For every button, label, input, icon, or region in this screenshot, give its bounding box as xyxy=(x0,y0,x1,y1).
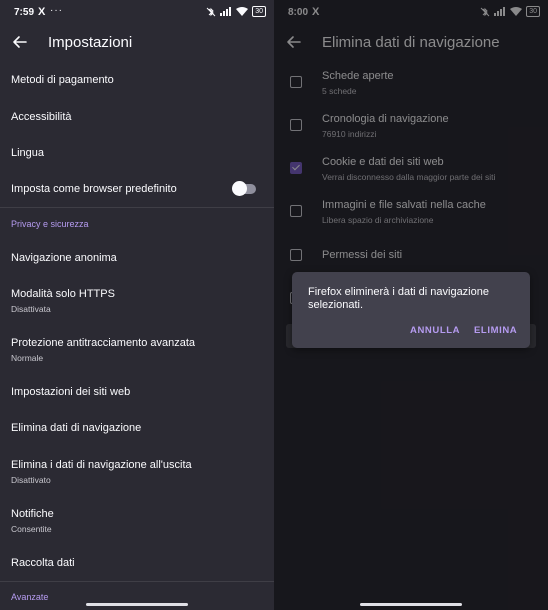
settings-item-delete-on-quit[interactable]: Elimina i dati di navigazione all'uscita… xyxy=(11,459,264,485)
settings-item-summary: Disattivato xyxy=(11,475,51,485)
settings-item-site-settings[interactable]: Impostazioni dei siti web xyxy=(11,386,264,398)
divider xyxy=(0,581,274,582)
settings-item-label: Metodi di pagamento xyxy=(11,74,114,86)
x-app-icon: X xyxy=(38,6,46,18)
settings-item-label: Lingua xyxy=(11,147,45,159)
settings-item-summary: Consentite xyxy=(11,524,52,534)
app-bar: Impostazioni xyxy=(0,24,274,60)
settings-screen: 7:59 X ··· 30 Impostazioni Metodi di pag… xyxy=(0,0,274,610)
delete-button[interactable]: ELIMINA xyxy=(474,325,517,336)
settings-item-https-only[interactable]: Modalità solo HTTPS Disattivata xyxy=(11,288,264,314)
delete-browsing-data-screen: 8:00 X 30 Elimina dati di navigazione Sc… xyxy=(274,0,548,610)
section-header-advanced: Avanzate xyxy=(11,592,49,602)
settings-item-label: Modalità solo HTTPS xyxy=(11,288,115,300)
dialog-message: Firefox eliminerà i dati di navigazione … xyxy=(308,286,489,311)
status-icons: 30 xyxy=(206,6,266,17)
settings-item-tracking-protection[interactable]: Protezione antitracciamento avanzata Nor… xyxy=(11,337,264,363)
settings-item-label: Imposta come browser predefinito xyxy=(11,183,177,195)
settings-item-summary: Normale xyxy=(11,353,44,363)
settings-item-data-collection[interactable]: Raccolta dati xyxy=(11,557,264,569)
status-time: 7:59 xyxy=(14,7,35,18)
settings-item-payment-methods[interactable]: Metodi di pagamento xyxy=(11,74,264,86)
status-bar: 7:59 X ··· 30 xyxy=(0,0,274,24)
settings-item-notifications[interactable]: Notifiche Consentite xyxy=(11,508,264,534)
page-title: Impostazioni xyxy=(48,34,133,51)
gesture-bar[interactable] xyxy=(86,603,188,606)
settings-item-label: Accessibilità xyxy=(11,111,72,123)
settings-item-label: Raccolta dati xyxy=(11,557,75,569)
settings-item-delete-browsing-data[interactable]: Elimina dati di navigazione xyxy=(11,422,264,434)
settings-item-language[interactable]: Lingua xyxy=(11,147,264,159)
default-browser-toggle[interactable] xyxy=(232,181,256,196)
settings-item-label: Navigazione anonima xyxy=(11,252,117,264)
cancel-button[interactable]: ANNULLA xyxy=(410,325,460,336)
toggle-knob xyxy=(232,181,247,196)
divider xyxy=(0,207,274,208)
settings-item-default-browser[interactable]: Imposta come browser predefinito xyxy=(11,183,264,195)
more-notifications-icon: ··· xyxy=(50,5,63,16)
section-header-privacy: Privacy e sicurezza xyxy=(11,219,89,229)
settings-item-label: Notifiche xyxy=(11,508,54,520)
bluetooth-off-icon xyxy=(206,7,216,16)
confirm-delete-dialog: Firefox eliminerà i dati di navigazione … xyxy=(292,272,530,348)
settings-item-private-browsing[interactable]: Navigazione anonima xyxy=(11,252,264,264)
back-arrow-icon[interactable] xyxy=(10,32,30,52)
settings-item-summary: Disattivata xyxy=(11,304,51,314)
wifi-icon xyxy=(236,7,249,16)
battery-icon: 30 xyxy=(252,6,266,17)
settings-item-label: Elimina dati di navigazione xyxy=(11,422,142,434)
settings-item-accessibility[interactable]: Accessibilità xyxy=(11,111,264,123)
gesture-bar[interactable] xyxy=(360,603,462,606)
signal-icon xyxy=(220,7,232,16)
settings-item-label: Elimina i dati di navigazione all'uscita xyxy=(11,459,192,471)
settings-item-label: Protezione antitracciamento avanzata xyxy=(11,337,196,349)
settings-item-label: Impostazioni dei siti web xyxy=(11,386,131,398)
